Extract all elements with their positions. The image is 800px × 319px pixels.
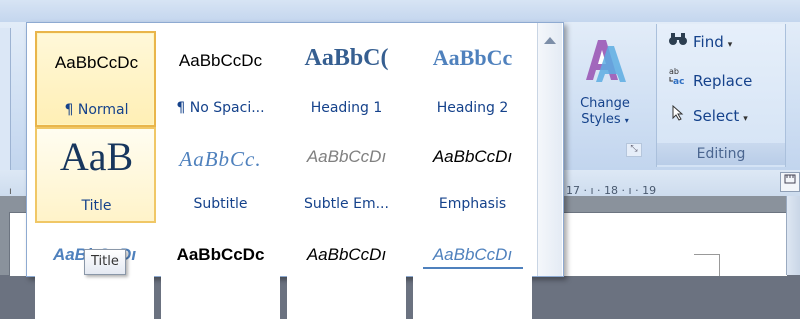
style-label: Subtitle <box>193 196 248 212</box>
style-tile-heading-1[interactable]: AaBbC( Heading 1 <box>287 31 406 125</box>
editing-group: Find ▾ ab ac Replace Select ▾ Editing <box>656 24 786 167</box>
style-preview: AaBbCcDc <box>54 53 139 72</box>
quick-styles-gallery: AaBbCcDc ¶ Normal AaBbCcDc ¶ No Spaci...… <box>26 22 564 319</box>
style-label: ¶ No Spaci... <box>176 100 265 116</box>
change-styles-button[interactable]: Change Styles ▾ ⤡ <box>566 30 654 160</box>
replace-icon: ab ac <box>667 66 689 94</box>
scroll-up-arrow-icon[interactable] <box>544 37 556 44</box>
style-label: Subtle Em... <box>304 196 389 212</box>
style-preview: AaBbCc <box>432 45 513 70</box>
find-button[interactable]: Find ▾ <box>667 30 732 54</box>
style-preview: AaBbCc. <box>179 147 262 171</box>
style-preview: AaBbC( <box>304 45 389 71</box>
style-label: Heading 1 <box>310 100 383 116</box>
style-preview: AaBbCcDı <box>306 147 387 166</box>
style-tile-heading-2[interactable]: AaBbCc Heading 2 <box>413 31 532 125</box>
replace-button[interactable]: ab ac Replace <box>667 66 752 90</box>
style-tile-emphasis[interactable]: AaBbCcDı Emphasis <box>413 127 532 221</box>
style-underline <box>423 267 523 269</box>
change-styles-icon <box>586 40 626 82</box>
style-tile-title[interactable]: AaB Title <box>35 127 156 223</box>
ruler-icon <box>784 174 796 184</box>
cursor-icon <box>667 104 689 129</box>
style-preview: AaBbCcDı <box>306 245 387 264</box>
style-tile-intense-quote[interactable]: AaBbCcDı <box>413 225 532 319</box>
editing-group-title: Editing <box>657 143 785 165</box>
style-tile-subtle-emphasis[interactable]: AaBbCcDı Subtle Em... <box>287 127 406 221</box>
style-tile-strong[interactable]: AaBbCcDc <box>161 225 280 319</box>
vertical-scrollbar[interactable] <box>786 196 800 275</box>
style-preview: AaBbCcDı <box>432 147 513 166</box>
dialog-launcher-icon[interactable]: ⤡ <box>626 143 642 157</box>
style-preview: AaBbCcDc <box>176 245 265 264</box>
style-label: Emphasis <box>438 196 507 212</box>
style-label: ¶ Normal <box>64 102 129 118</box>
style-tile-no-spacing[interactable]: AaBbCcDc ¶ No Spaci... <box>161 31 280 125</box>
ribbon-left-group-edge <box>0 28 11 170</box>
style-preview: AaB <box>59 134 134 179</box>
style-tile-subtitle[interactable]: AaBbCc. Subtitle <box>161 127 280 221</box>
view-ruler-toggle[interactable] <box>780 172 800 192</box>
style-label: Title <box>81 198 112 214</box>
style-tile-quote[interactable]: AaBbCcDı <box>287 225 406 319</box>
select-button[interactable]: Select ▾ <box>667 104 748 128</box>
page-margin-marker <box>694 254 720 276</box>
change-styles-label: Change Styles ▾ <box>580 96 630 127</box>
style-tooltip: Title <box>84 249 126 275</box>
title-bar <box>0 0 800 22</box>
gallery-scrollbar[interactable] <box>537 23 562 276</box>
style-label: Heading 2 <box>436 100 509 116</box>
style-preview: AaBbCcDc <box>178 51 263 70</box>
binoculars-icon <box>667 31 689 55</box>
svg-text:ac: ac <box>673 77 684 86</box>
svg-text:ab: ab <box>669 67 679 76</box>
style-tile-normal[interactable]: AaBbCcDc ¶ Normal <box>35 31 156 127</box>
style-preview: AaBbCcDı <box>432 245 513 264</box>
